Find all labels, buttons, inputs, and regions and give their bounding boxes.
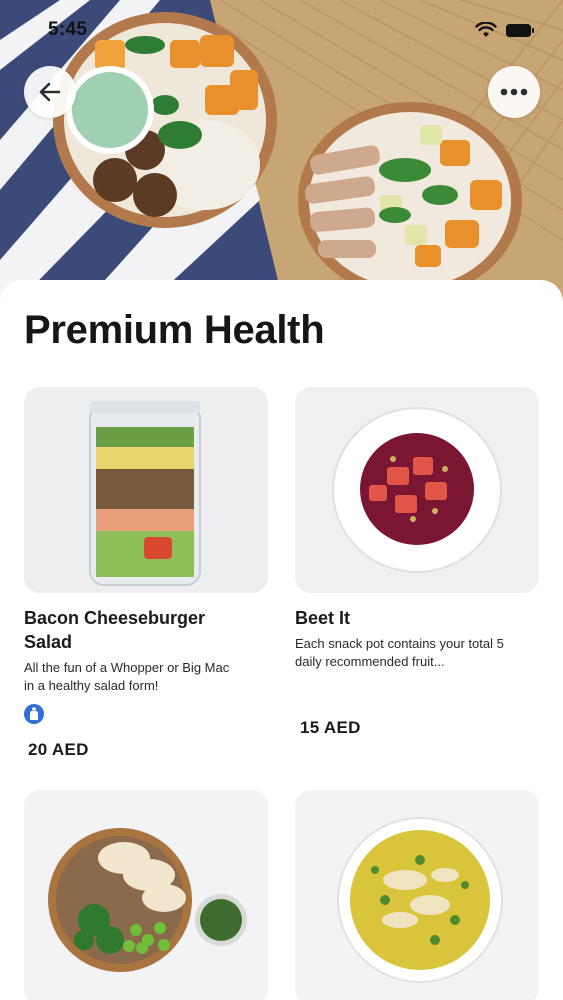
chicken-quinoa-bowl-image [24, 790, 268, 1000]
product-image[interactable] [295, 387, 539, 593]
product-title-line-1: Bacon Cheeseburger [24, 608, 206, 628]
product-image[interactable] [24, 790, 268, 1000]
bottle-icon [24, 704, 44, 724]
product-description-line-1: All the fun of a Whopper or Big Mac [24, 660, 230, 675]
beet-bowl-image [295, 387, 539, 593]
wifi-icon [475, 22, 497, 37]
product-description: All the fun of a Whopper or Big Mac in a… [24, 659, 229, 695]
product-image[interactable] [24, 387, 268, 593]
back-button[interactable] [24, 66, 76, 118]
product-title-line-2: Salad [24, 632, 73, 652]
product-description: Each snack pot contains your total 5 dai… [295, 635, 504, 671]
more-options-button[interactable] [488, 66, 540, 118]
product-image[interactable] [295, 790, 539, 1000]
battery-icon [506, 23, 534, 37]
chicken-soup-bowl-image [295, 790, 539, 1000]
product-title[interactable]: Beet It [295, 606, 350, 630]
page-title: Premium Health [24, 308, 325, 352]
product-title[interactable]: Bacon Cheeseburger Salad [24, 606, 205, 654]
status-bar: 5:45 [0, 0, 563, 60]
product-description-line-2: daily recommended fruit... [295, 654, 445, 669]
product-description-line-2: in a healthy salad form! [24, 678, 159, 693]
status-time: 5:45 [48, 19, 88, 40]
product-price: 15 AED [300, 718, 361, 737]
product-description-line-1: Each snack pot contains your total 5 [295, 636, 504, 651]
product-price: 20 AED [28, 740, 89, 759]
salad-jar-image [24, 387, 268, 593]
arrow-left-icon [39, 82, 61, 102]
ellipsis-icon [500, 88, 528, 96]
status-icons [475, 22, 535, 38]
content-sheet: Premium Health Bacon Cheeseburger Salad … [0, 280, 563, 1000]
